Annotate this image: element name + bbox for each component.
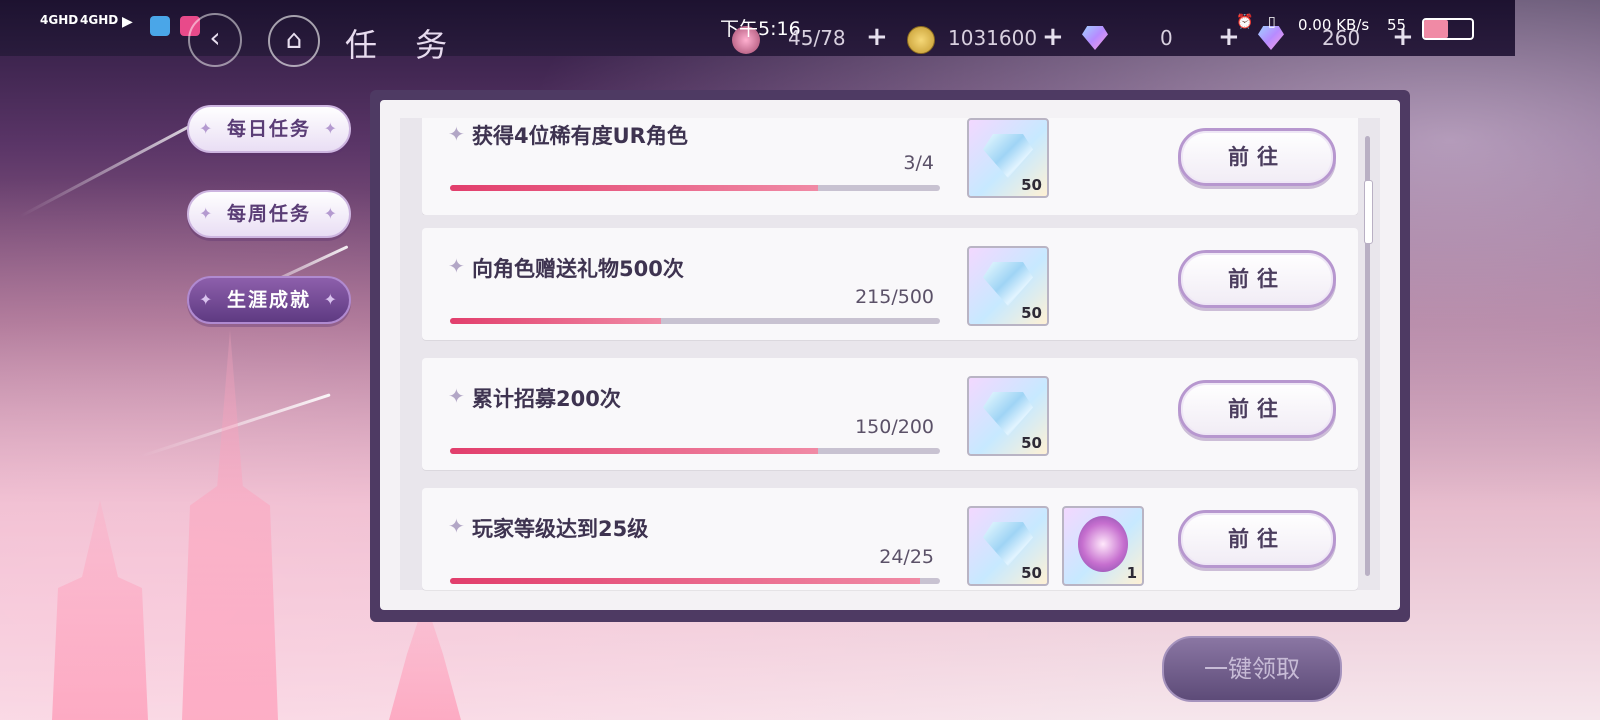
reward-qty: 50 xyxy=(1021,564,1042,582)
tab-label: 生涯成就 xyxy=(226,289,311,311)
tab-career-achievements[interactable]: ✦ 生涯成就 ✦ xyxy=(187,276,351,324)
reward-qty: 50 xyxy=(1021,434,1042,452)
task-progress-text: 24/25 xyxy=(879,546,934,568)
reward-qty: 50 xyxy=(1021,304,1042,322)
claim-all-button[interactable]: 一键领取 xyxy=(1162,636,1342,702)
sparkle-icon: ✦ xyxy=(448,384,465,408)
status-network-1: 4GHD xyxy=(40,13,79,27)
reward-qty: 50 xyxy=(1021,176,1042,194)
status-network-2: 4GHD xyxy=(80,13,119,27)
reward-item[interactable]: 1 xyxy=(1062,506,1144,586)
task-name: 玩家等级达到25级 xyxy=(472,517,649,541)
app-icon xyxy=(150,16,170,36)
progress-fill xyxy=(450,448,818,454)
sparkle-icon: ✦ xyxy=(323,290,339,309)
battery-icon xyxy=(1422,18,1474,40)
sparkle-icon: ✦ xyxy=(323,204,339,223)
reward-item[interactable]: 50 xyxy=(967,118,1049,198)
back-button[interactable]: ‹ xyxy=(188,13,242,67)
progress-bar xyxy=(450,185,940,191)
crystal-badge-icon xyxy=(1078,516,1128,572)
diamond-icon xyxy=(983,392,1033,436)
sparkle-icon: ✦ xyxy=(323,119,339,138)
task-row: ✦ 向角色赠送礼物500次 215/500 50 前往 xyxy=(422,228,1358,340)
home-castle-icon[interactable]: ⌂ xyxy=(268,15,320,67)
sparkle-icon: ✦ xyxy=(199,119,215,138)
progress-bar xyxy=(450,318,940,324)
gold-coin-icon xyxy=(907,26,935,54)
task-name: 获得4位稀有度UR角色 xyxy=(472,124,688,148)
gold-count: 1031600 xyxy=(948,26,1038,50)
task-progress-text: 215/500 xyxy=(855,286,934,308)
reward-item[interactable]: 50 xyxy=(967,506,1049,586)
diamond-icon xyxy=(983,262,1033,306)
go-button[interactable]: 前往 xyxy=(1178,510,1336,568)
tab-label: 每周任务 xyxy=(226,203,311,225)
network-speed: 0.00 KB/s xyxy=(1298,16,1370,34)
tab-daily-tasks[interactable]: ✦ 每日任务 ✦ xyxy=(187,105,351,153)
task-row: ✦ 累计招募200次 150/200 50 前往 xyxy=(422,358,1358,470)
sparkle-icon: ✦ xyxy=(448,254,465,278)
sparkle-icon: ✦ xyxy=(448,514,465,538)
progress-fill xyxy=(450,578,921,584)
go-button[interactable]: 前往 xyxy=(1178,128,1336,186)
sparkle-icon: ✦ xyxy=(199,290,215,309)
reward-item[interactable]: 50 xyxy=(967,246,1049,326)
vibrate-icon: ▯ xyxy=(1268,14,1276,30)
gem-count-a: 0 xyxy=(1160,26,1173,50)
diamond-icon xyxy=(983,134,1033,178)
page-title: 任 务 xyxy=(345,26,462,64)
scrollbar-thumb[interactable] xyxy=(1364,180,1373,244)
battery-level: 55 xyxy=(1387,16,1407,34)
tab-label: 每日任务 xyxy=(226,118,311,140)
alarm-icon: ⏰ xyxy=(1236,14,1254,30)
sparkle-icon: ✦ xyxy=(199,204,215,223)
progress-bar xyxy=(450,448,940,454)
progress-bar xyxy=(450,578,940,584)
stamina-count: 45/78 xyxy=(788,26,846,50)
task-name: 累计招募200次 xyxy=(472,387,621,411)
go-button[interactable]: 前往 xyxy=(1178,250,1336,308)
task-name: 向角色赠送礼物500次 xyxy=(472,257,684,281)
tab-weekly-tasks[interactable]: ✦ 每周任务 ✦ xyxy=(187,190,351,238)
task-progress-text: 150/200 xyxy=(855,416,934,438)
reward-item[interactable]: 50 xyxy=(967,376,1049,456)
task-row: ✦ 玩家等级达到25级 24/25 50 1 前往 xyxy=(422,488,1358,590)
diamond-icon xyxy=(983,522,1033,566)
task-progress-text: 3/4 xyxy=(903,152,934,174)
reward-qty: 1 xyxy=(1126,564,1137,582)
add-stamina-button[interactable]: + xyxy=(866,22,888,52)
sparkle-icon: ✦ xyxy=(448,122,465,146)
progress-fill xyxy=(450,318,661,324)
progress-fill xyxy=(450,185,818,191)
go-button[interactable]: 前往 xyxy=(1178,380,1336,438)
add-gold-button[interactable]: + xyxy=(1042,22,1064,52)
camera-icon: ▶ xyxy=(122,14,133,30)
